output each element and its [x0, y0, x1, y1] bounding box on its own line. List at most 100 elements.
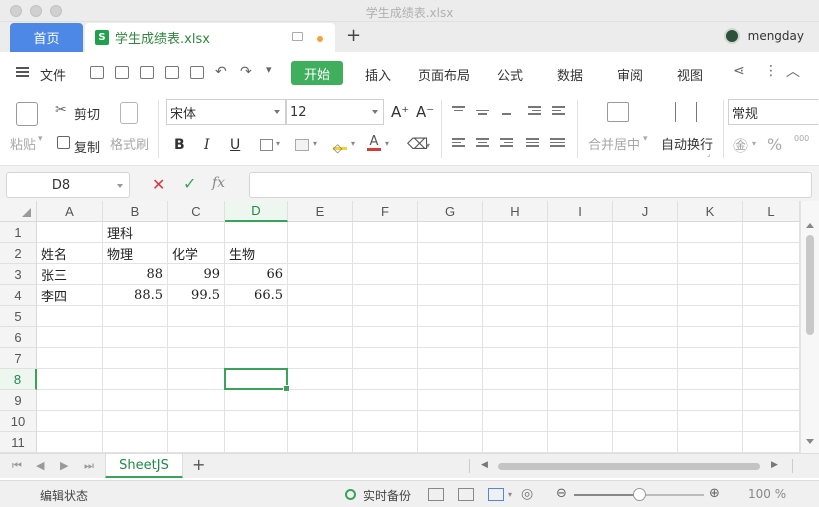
column-header-l[interactable]: L: [743, 201, 800, 222]
cell-l8[interactable]: [743, 369, 800, 390]
cell-l7[interactable]: [743, 348, 800, 369]
column-header-i[interactable]: I: [548, 201, 613, 222]
cell-i8[interactable]: [548, 369, 613, 390]
format-painter-icon[interactable]: [120, 102, 138, 124]
align-top-icon[interactable]: [452, 106, 465, 116]
cell-f3[interactable]: [353, 264, 418, 285]
cell-j10[interactable]: [613, 411, 678, 432]
cell-l1[interactable]: [743, 222, 800, 243]
cell-f10[interactable]: [353, 411, 418, 432]
highlight-color-icon[interactable]: ◇: [333, 137, 347, 155]
menu-insert[interactable]: 插入: [365, 65, 391, 84]
row-header-1[interactable]: 1: [0, 222, 37, 243]
paste-icon[interactable]: [16, 102, 38, 126]
cell-e6[interactable]: [288, 327, 353, 348]
number-format-select[interactable]: 常规: [728, 99, 818, 125]
monitor-icon[interactable]: [292, 32, 303, 41]
scroll-down-icon[interactable]: [806, 439, 814, 444]
cell-l9[interactable]: [743, 390, 800, 411]
align-middle-icon[interactable]: [476, 106, 489, 116]
user-account[interactable]: mengday: [723, 28, 804, 44]
cell-l2[interactable]: [743, 243, 800, 264]
cell-c11[interactable]: [168, 432, 225, 453]
cell-i1[interactable]: [548, 222, 613, 243]
cell-d1[interactable]: [225, 222, 288, 243]
cell-k6[interactable]: [678, 327, 743, 348]
increase-indent-icon[interactable]: [552, 106, 565, 116]
hamburger-menu-icon[interactable]: [16, 67, 29, 77]
cell-d10[interactable]: [225, 411, 288, 432]
vertical-scrollbar[interactable]: [800, 201, 819, 453]
cell-g1[interactable]: [418, 222, 483, 243]
cell-c10[interactable]: [168, 411, 225, 432]
export-icon[interactable]: [140, 66, 154, 79]
row-header-3[interactable]: 3: [0, 264, 37, 285]
last-sheet-icon[interactable]: ⏭: [84, 459, 94, 473]
sheet-tab[interactable]: SheetJS: [105, 454, 183, 478]
cell-g7[interactable]: [418, 348, 483, 369]
bold-button[interactable]: B: [174, 137, 185, 153]
cell-e1[interactable]: [288, 222, 353, 243]
cell-h10[interactable]: [483, 411, 548, 432]
cell-k2[interactable]: [678, 243, 743, 264]
cell-e11[interactable]: [288, 432, 353, 453]
cell-c6[interactable]: [168, 327, 225, 348]
menu-formulas[interactable]: 公式: [497, 65, 523, 84]
font-name-select[interactable]: 宋体: [166, 99, 286, 125]
vertical-scroll-thumb[interactable]: [806, 235, 814, 335]
column-header-a[interactable]: A: [37, 201, 103, 222]
italic-button[interactable]: I: [204, 137, 210, 153]
share-icon[interactable]: ⋖: [733, 63, 745, 79]
cell-k10[interactable]: [678, 411, 743, 432]
highlight-dropdown-icon[interactable]: ▾: [351, 139, 355, 148]
copy-button[interactable]: 复制: [74, 137, 100, 156]
font-size-select[interactable]: 12: [286, 99, 384, 125]
menu-review[interactable]: 审阅: [617, 65, 643, 84]
shrink-font-button[interactable]: A⁻: [416, 103, 434, 121]
cell-i4[interactable]: [548, 285, 613, 306]
column-header-k[interactable]: K: [678, 201, 743, 222]
column-header-c[interactable]: C: [168, 201, 225, 222]
cell-k11[interactable]: [678, 432, 743, 453]
cell-a10[interactable]: [37, 411, 103, 432]
cell-e10[interactable]: [288, 411, 353, 432]
cell-a4[interactable]: 李四: [37, 285, 103, 306]
cell-f2[interactable]: [353, 243, 418, 264]
cell-h8[interactable]: [483, 369, 548, 390]
cell-i7[interactable]: [548, 348, 613, 369]
add-sheet-button[interactable]: +: [192, 455, 205, 474]
cell-g5[interactable]: [418, 306, 483, 327]
cell-i9[interactable]: [548, 390, 613, 411]
menu-start[interactable]: 开始: [291, 61, 343, 85]
open-folder-icon[interactable]: [90, 66, 104, 79]
copy-icon[interactable]: [57, 136, 70, 149]
cell-a3[interactable]: 张三: [37, 264, 103, 285]
cell-j7[interactable]: [613, 348, 678, 369]
row-header-2[interactable]: 2: [0, 243, 37, 264]
cell-f11[interactable]: [353, 432, 418, 453]
cell-h3[interactable]: [483, 264, 548, 285]
cell-f8[interactable]: [353, 369, 418, 390]
align-left-icon[interactable]: [452, 138, 465, 148]
borders-icon[interactable]: [260, 139, 273, 151]
cell-k3[interactable]: [678, 264, 743, 285]
cell-g10[interactable]: [418, 411, 483, 432]
cell-c8[interactable]: [168, 369, 225, 390]
cell-b9[interactable]: [103, 390, 168, 411]
zoom-in-icon[interactable]: ⊕: [709, 486, 720, 501]
cell-l10[interactable]: [743, 411, 800, 432]
grow-font-button[interactable]: A⁺: [391, 103, 409, 121]
cell-j4[interactable]: [613, 285, 678, 306]
cell-a9[interactable]: [37, 390, 103, 411]
format-painter-button[interactable]: 格式刷: [110, 134, 149, 153]
row-header-10[interactable]: 10: [0, 411, 37, 432]
cell-e8[interactable]: [288, 369, 353, 390]
scroll-left-icon[interactable]: ◀: [481, 460, 488, 470]
cell-c3[interactable]: 99: [168, 264, 225, 285]
cell-l3[interactable]: [743, 264, 800, 285]
cell-h11[interactable]: [483, 432, 548, 453]
tab-home[interactable]: 首页: [10, 23, 83, 52]
undo-icon[interactable]: ↶: [215, 64, 227, 80]
cell-b3[interactable]: 88: [103, 264, 168, 285]
insert-function-button[interactable]: fx: [212, 175, 225, 191]
